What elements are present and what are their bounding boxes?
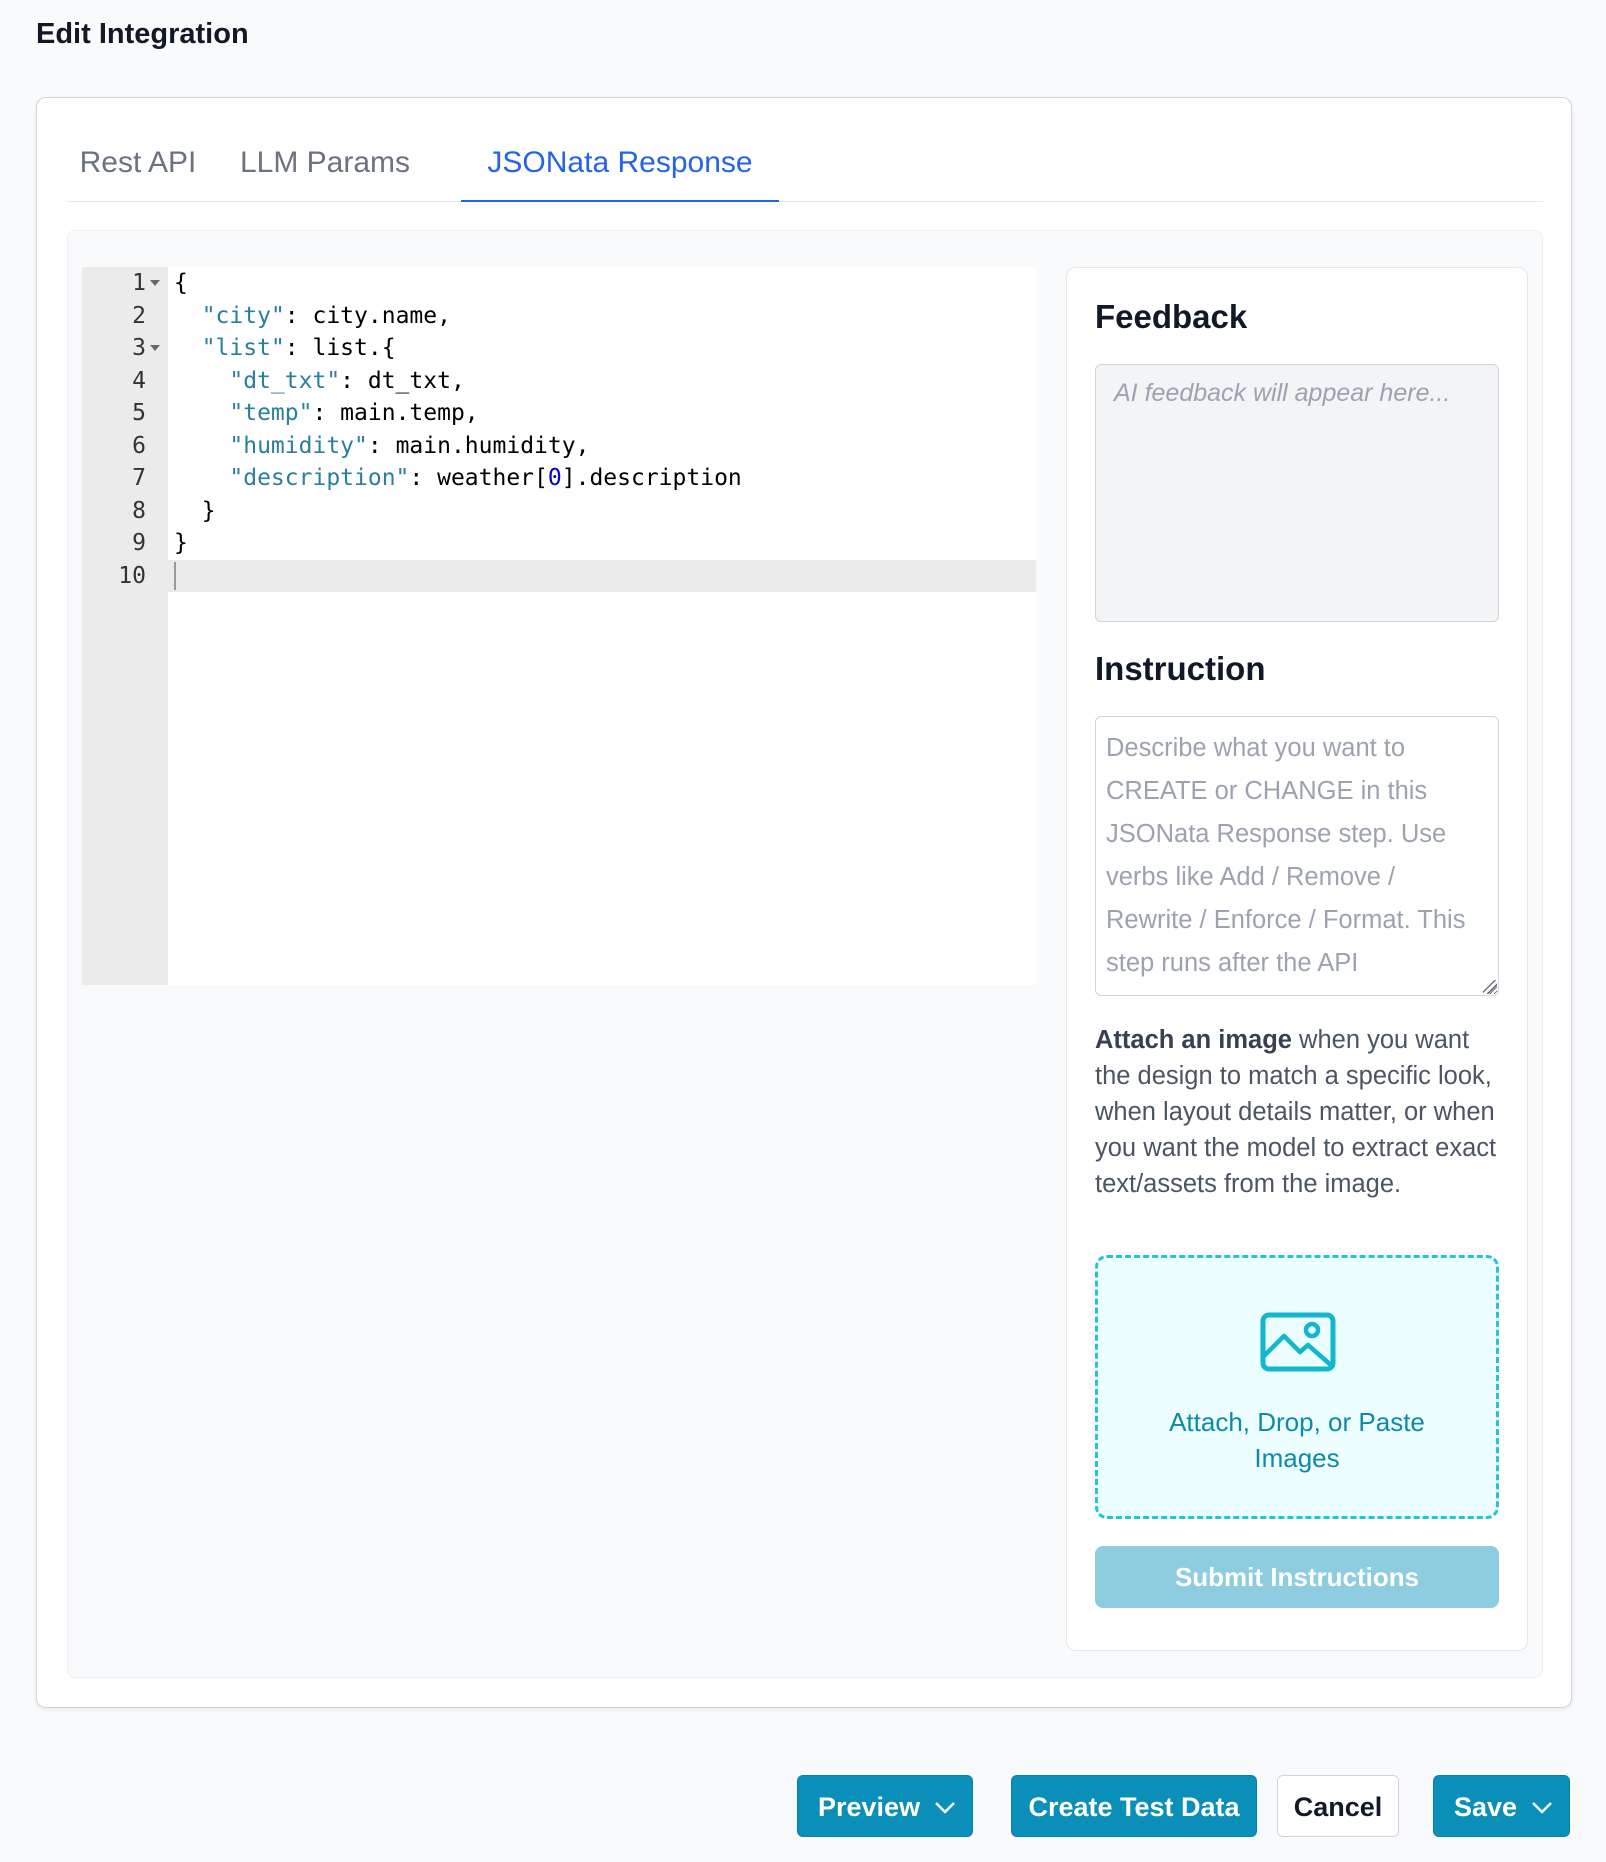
editor-line[interactable]: 3 "list": list.{ (82, 332, 1036, 365)
instruction-input[interactable]: Describe what you want to CREATE or CHAN… (1095, 716, 1499, 996)
code-text: "description": weather[0].description (174, 462, 742, 495)
text-caret (174, 561, 176, 590)
ai-assistant-panel: Feedback AI feedback will appear here...… (1066, 267, 1528, 1651)
code-token: : dt_txt, (340, 367, 465, 394)
code-key: "city" (201, 302, 285, 329)
code-key: "list" (201, 335, 285, 361)
fold-arrow-icon[interactable] (150, 345, 160, 351)
line-number: 1 (132, 270, 146, 296)
editor-line[interactable]: 10 (82, 559, 1036, 592)
code-key: "temp" (229, 400, 313, 426)
line-number: 2 (132, 302, 146, 329)
code-key: "description" (229, 465, 410, 491)
line-number: 10 (118, 562, 146, 589)
code-token: ].description (561, 465, 742, 491)
code-text: "temp": main.temp, (174, 397, 479, 430)
tab-jsonata-response[interactable]: JSONata Response (461, 98, 779, 202)
code-token: : weather[ (409, 465, 548, 491)
instruction-heading: Instruction (1095, 650, 1266, 687)
chevron-down-icon (935, 1802, 955, 1814)
editor-line[interactable]: 2 "city": city.name, (82, 300, 1036, 333)
code-token: : main.humidity, (367, 432, 590, 459)
code-key: "dt_txt" (229, 367, 341, 394)
resize-handle-icon[interactable] (1483, 980, 1497, 994)
code-text: } (174, 527, 188, 560)
code-text: "dt_txt": dt_txt, (174, 365, 465, 398)
image-dropzone[interactable]: Attach, Drop, or Paste Images (1095, 1255, 1499, 1519)
feedback-output: AI feedback will appear here... (1095, 364, 1499, 622)
code-text: "humidity": main.humidity, (174, 430, 589, 463)
tab-llm-params[interactable]: LLM Params (229, 98, 421, 202)
fold-arrow-icon[interactable] (150, 280, 160, 286)
editor-line[interactable]: 8 } (82, 495, 1036, 528)
editor-line[interactable]: 5 "temp": main.temp, (82, 397, 1036, 430)
line-number: 5 (132, 400, 146, 426)
preview-label: Preview (818, 1792, 921, 1822)
code-token: : list.{ (284, 335, 396, 361)
feedback-heading: Feedback (1095, 298, 1248, 335)
line-number: 4 (132, 367, 146, 394)
editor-line[interactable]: 1{ (82, 267, 1036, 300)
tab-bar: Rest API LLM Params JSONata Response (67, 98, 1543, 202)
code-token: { (174, 270, 188, 296)
code-number: 0 (547, 465, 562, 491)
code-token: } (174, 497, 216, 524)
code-text: "city": city.name, (174, 300, 451, 333)
code-editor[interactable]: 1{2 "city": city.name, 3 "list": list.{4 … (82, 267, 1036, 985)
attach-help-emphasis: Attach an image (1095, 1026, 1292, 1054)
line-number: 7 (132, 465, 146, 491)
save-label: Save (1454, 1792, 1518, 1822)
attach-image-help: Attach an image when you want the design… (1095, 1022, 1505, 1202)
line-number: 9 (132, 530, 146, 556)
chevron-down-icon (1532, 1802, 1552, 1814)
create-test-data-button[interactable]: Create Test Data (1011, 1775, 1257, 1837)
tab-content-panel: 1{2 "city": city.name, 3 "list": list.{4 … (67, 230, 1543, 1678)
code-key: "humidity" (229, 432, 368, 459)
code-token: } (174, 530, 188, 556)
preview-button[interactable]: Preview (797, 1775, 973, 1837)
code-token: : main.temp, (312, 400, 479, 426)
code-token: : city.name, (284, 302, 451, 329)
code-text: } (174, 495, 216, 528)
image-icon (1260, 1312, 1336, 1372)
editor-line[interactable]: 7 "description": weather[0].description (82, 462, 1036, 495)
code-text: { (174, 267, 188, 300)
submit-instructions-button[interactable]: Submit Instructions (1095, 1546, 1499, 1608)
tab-rest-api[interactable]: Rest API (67, 98, 209, 202)
dropzone-label: Attach, Drop, or Paste Images (1169, 1407, 1425, 1473)
page-title: Edit Integration (36, 18, 249, 50)
cancel-button[interactable]: Cancel (1277, 1775, 1399, 1837)
editor-line[interactable]: 9} (82, 527, 1036, 560)
save-button[interactable]: Save (1433, 1775, 1570, 1837)
integration-card: Rest API LLM Params JSONata Response 1{2… (36, 97, 1572, 1708)
line-number: 3 (132, 335, 146, 361)
line-number: 6 (132, 432, 146, 459)
line-number: 8 (132, 497, 146, 524)
editor-line[interactable]: 6 "humidity": main.humidity, (82, 430, 1036, 463)
editor-line[interactable]: 4 "dt_txt": dt_txt, (82, 365, 1036, 398)
code-text: "list": list.{ (174, 332, 396, 365)
